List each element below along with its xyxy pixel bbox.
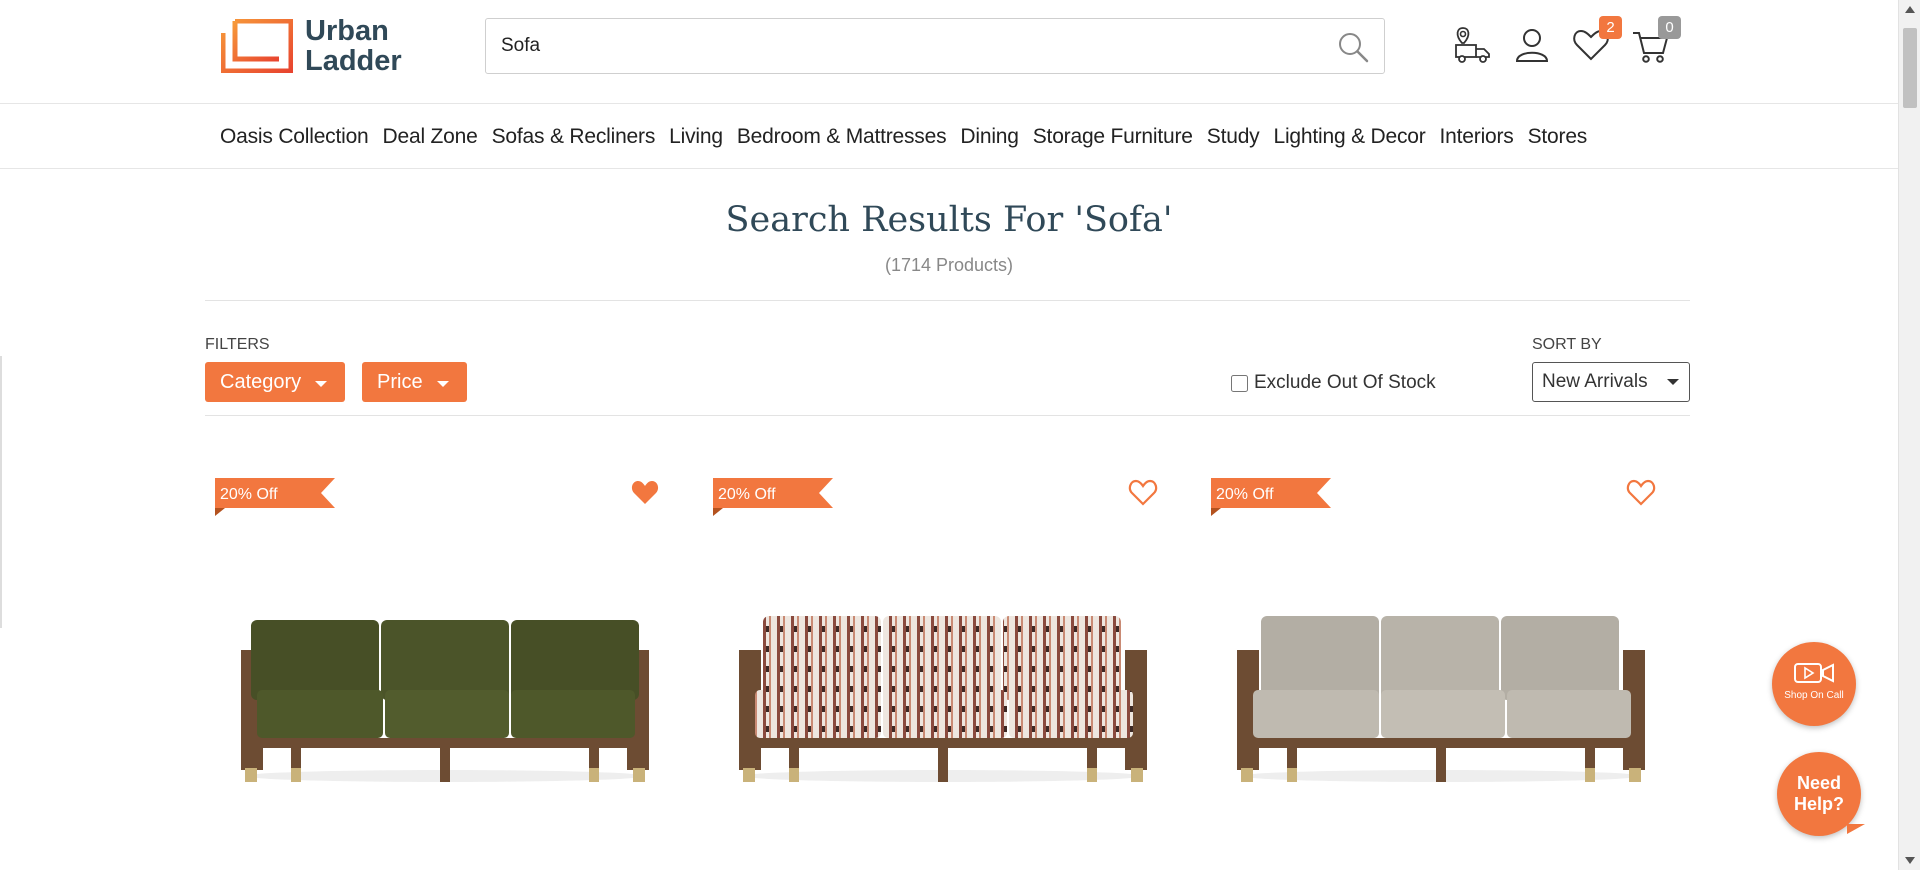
sofa-image-olive[interactable] <box>235 580 655 790</box>
left-edge-line <box>0 356 2 628</box>
divider <box>205 300 1690 301</box>
wishlist-heart-outline-icon[interactable] <box>1625 476 1657 508</box>
main-navigation: Oasis Collection Deal Zone Sofas & Recli… <box>0 104 1898 169</box>
caret-down-icon <box>1667 379 1679 385</box>
discount-label: 20% Off <box>718 486 776 503</box>
sort-label: SORT BY <box>1532 336 1602 353</box>
title-query: 'Sofa' <box>1074 200 1173 240</box>
nav-item-living[interactable]: Living <box>669 125 723 149</box>
need-help-button[interactable]: Need Help? <box>1777 752 1865 836</box>
scroll-down-arrow-icon[interactable] <box>1905 857 1915 864</box>
cart-count-badge: 0 <box>1658 16 1681 39</box>
need-help-label: Need Help? <box>1794 773 1844 815</box>
product-card[interactable]: 20% Off <box>703 460 1173 870</box>
page-title: Search Results For 'Sofa' <box>0 200 1898 240</box>
discount-label: 20% Off <box>1216 486 1274 503</box>
filters-label: FILTERS <box>205 336 270 353</box>
nav-item-interiors[interactable]: Interiors <box>1440 125 1514 149</box>
sofa-image-patterned[interactable] <box>733 580 1153 790</box>
nav-item-stores[interactable]: Stores <box>1528 125 1588 149</box>
cart-button[interactable]: 0 <box>1629 16 1681 65</box>
site-header: Urban Ladder 2 0 <box>0 0 1898 104</box>
logo-mark-icon <box>221 19 293 73</box>
wishlist-heart-outline-icon[interactable] <box>1127 476 1159 508</box>
chat-bubble-tail <box>1847 824 1865 834</box>
sofa-image-grey[interactable] <box>1231 580 1651 790</box>
nav-item-bedroom-mattresses[interactable]: Bedroom & Mattresses <box>737 125 947 149</box>
search-input[interactable] <box>486 19 1306 73</box>
product-card[interactable]: 20% Off <box>205 460 675 870</box>
price-filter-button[interactable]: Price <box>362 362 467 402</box>
caret-down-icon <box>315 380 328 387</box>
need-help-line1: Need <box>1796 773 1841 793</box>
nav-item-lighting-decor[interactable]: Lighting & Decor <box>1273 125 1425 149</box>
page-scrollbar[interactable] <box>1898 0 1920 870</box>
wishlist-heart-filled-icon[interactable] <box>629 476 661 508</box>
delivery-truck-location-icon[interactable] <box>1452 25 1494 65</box>
shop-on-call-label: Shop On Call <box>1784 690 1844 701</box>
scroll-up-arrow-icon[interactable] <box>1905 6 1915 13</box>
user-icon[interactable] <box>1511 25 1553 65</box>
exclude-out-of-stock-label: Exclude Out Of Stock <box>1254 372 1436 393</box>
category-filter-button[interactable]: Category <box>205 362 346 402</box>
search-icon[interactable] <box>1336 30 1370 64</box>
product-count: (1714 Products) <box>884 255 1014 275</box>
nav-item-sofas-recliners[interactable]: Sofas & Recliners <box>492 125 656 149</box>
price-filter-label: Price <box>377 370 423 393</box>
video-camera-icon <box>1794 663 1834 683</box>
sort-select[interactable]: New Arrivals <box>1532 362 1690 402</box>
urban-ladder-logo[interactable]: Urban Ladder <box>221 16 421 76</box>
need-help-line2: Help? <box>1793 794 1844 814</box>
title-prefix: Search Results For <box>725 200 1075 240</box>
logo-line1: Urban <box>305 15 389 47</box>
search-box <box>485 18 1385 74</box>
scroll-thumb[interactable] <box>1903 28 1917 108</box>
sort-selected-value: New Arrivals <box>1542 371 1648 392</box>
exclude-out-of-stock[interactable]: Exclude Out Of Stock <box>1231 372 1436 394</box>
wishlist-button[interactable]: 2 <box>1570 16 1622 65</box>
wishlist-count-badge: 2 <box>1599 16 1622 39</box>
caret-down-icon <box>436 380 449 387</box>
nav-item-deal-zone[interactable]: Deal Zone <box>383 125 478 149</box>
product-card[interactable]: 20% Off <box>1201 460 1671 870</box>
shop-on-call-button[interactable]: Shop On Call <box>1772 642 1856 726</box>
nav-item-oasis-collection[interactable]: Oasis Collection <box>220 125 369 149</box>
logo-line2: Ladder <box>305 45 402 77</box>
nav-item-storage-furniture[interactable]: Storage Furniture <box>1033 125 1193 149</box>
discount-label: 20% Off <box>220 486 278 503</box>
exclude-out-of-stock-checkbox[interactable] <box>1231 374 1248 392</box>
divider <box>205 415 1690 416</box>
nav-item-dining[interactable]: Dining <box>960 125 1019 149</box>
logo-text: Urban Ladder <box>305 16 402 76</box>
category-filter-label: Category <box>220 370 302 393</box>
nav-item-study[interactable]: Study <box>1207 125 1260 149</box>
